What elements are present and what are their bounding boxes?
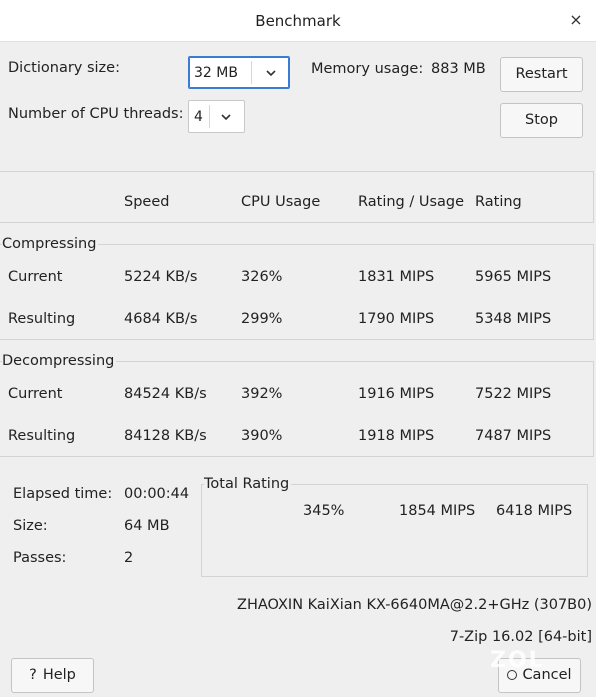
cpu-usage-value: 392% [241, 386, 283, 402]
rating-usage-value: 1790 MIPS [358, 311, 435, 327]
size-label: Size: [13, 518, 48, 534]
row-label: Resulting [8, 311, 76, 327]
close-icon[interactable]: × [566, 10, 586, 30]
compressing-title: Compressing [2, 236, 99, 252]
cpu-threads-select[interactable]: 4 [188, 100, 245, 133]
row-label: Current [8, 386, 63, 402]
total-rating-usage: 1854 MIPS [399, 503, 476, 519]
version-info: 7-Zip 16.02 [64-bit] [449, 629, 592, 645]
header-cpu-usage: CPU Usage [241, 194, 321, 210]
row-label: Current [8, 269, 63, 285]
passes-label: Passes: [13, 550, 67, 566]
rating-usage-value: 1918 MIPS [358, 428, 435, 444]
stop-button[interactable]: Stop [500, 103, 583, 138]
cpu-threads-value: 4 [194, 109, 203, 125]
chevron-down-icon [221, 114, 231, 121]
memory-usage-value: 883 MB [431, 61, 486, 77]
select-divider [209, 105, 210, 128]
rating-value: 5348 MIPS [475, 311, 552, 327]
header-speed: Speed [124, 194, 170, 210]
help-label: Help [42, 667, 76, 683]
total-cpu-usage: 345% [303, 503, 345, 519]
rating-usage-value: 1831 MIPS [358, 269, 435, 285]
compressing-group: Current 5224 KB/s 326% 1831 MIPS 5965 MI… [0, 244, 594, 340]
window-title: Benchmark [255, 12, 341, 30]
help-icon: ? [29, 667, 37, 683]
rating-value: 5965 MIPS [475, 269, 552, 285]
cpu-info: ZHAOXIN KaiXian KX-6640MA@2.2+GHz (307B0… [237, 597, 592, 613]
zol-watermark: ZOL [490, 648, 545, 673]
select-divider [251, 61, 252, 84]
total-rating-title: Total Rating [204, 476, 292, 492]
header-rating: Rating [475, 194, 522, 210]
size-value: 64 MB [124, 518, 170, 534]
header-rating-usage: Rating / Usage [358, 194, 465, 210]
total-rating: 6418 MIPS [496, 503, 573, 519]
speed-value: 5224 KB/s [124, 269, 198, 285]
decompressing-group: Current 84524 KB/s 392% 1916 MIPS 7522 M… [0, 361, 594, 457]
restart-button[interactable]: Restart [500, 57, 583, 92]
cpu-usage-value: 326% [241, 269, 283, 285]
rating-value: 7522 MIPS [475, 386, 552, 402]
cpu-usage-value: 299% [241, 311, 283, 327]
rating-value: 7487 MIPS [475, 428, 552, 444]
cpu-usage-value: 390% [241, 428, 283, 444]
speed-value: 84524 KB/s [124, 386, 207, 402]
memory-usage-label: Memory usage: [311, 61, 424, 77]
dictionary-size-select[interactable]: 32 MB [188, 56, 290, 89]
help-button[interactable]: ? Help [11, 658, 94, 693]
dictionary-size-label: Dictionary size: [8, 60, 120, 76]
elapsed-time-value: 00:00:44 [124, 486, 190, 502]
decompressing-title: Decompressing [2, 353, 117, 369]
row-label: Resulting [8, 428, 76, 444]
speed-value: 4684 KB/s [124, 311, 198, 327]
speed-value: 84128 KB/s [124, 428, 207, 444]
passes-value: 2 [124, 550, 134, 566]
total-rating-group: 345% 1854 MIPS 6418 MIPS [201, 484, 588, 577]
dictionary-size-value: 32 MB [194, 65, 238, 81]
chevron-down-icon [266, 70, 276, 77]
title-bar: Benchmark × [0, 0, 596, 42]
table-header: Speed CPU Usage Rating / Usage Rating [0, 171, 594, 223]
rating-usage-value: 1916 MIPS [358, 386, 435, 402]
elapsed-time-label: Elapsed time: [13, 486, 113, 502]
cpu-threads-label: Number of CPU threads: [8, 106, 184, 122]
